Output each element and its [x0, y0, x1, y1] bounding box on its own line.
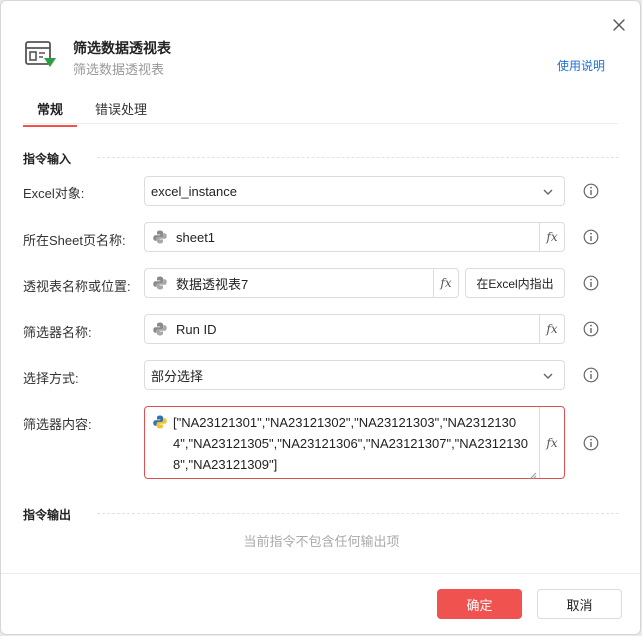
info-icon[interactable]	[583, 435, 599, 451]
info-icon[interactable]	[583, 229, 599, 245]
python-icon	[152, 275, 168, 291]
tab-general[interactable]: 常规	[22, 99, 78, 127]
locate-in-excel-button[interactable]: 在Excel内指出	[465, 268, 565, 298]
info-icon[interactable]	[583, 321, 599, 337]
chevron-down-icon	[542, 186, 554, 198]
filter-content-value: ["NA23121301","NA23121302","NA23121303",…	[173, 415, 528, 472]
info-icon[interactable]	[583, 183, 599, 199]
confirm-button[interactable]: 确定	[437, 589, 522, 619]
select-mode-label: 选择方式:	[23, 371, 79, 386]
tabs-divider	[23, 123, 618, 124]
fx-button[interactable]: fx	[539, 407, 564, 478]
select-mode-select[interactable]: 部分选择	[144, 360, 565, 390]
section-output-title: 指令输出	[23, 508, 72, 522]
resize-handle-icon[interactable]	[529, 468, 537, 480]
section-input-title: 指令输入	[23, 152, 72, 166]
python-icon	[152, 321, 168, 337]
sheet-name-value: sheet1	[176, 229, 216, 245]
info-icon[interactable]	[583, 275, 599, 291]
section-input-divider	[97, 157, 619, 158]
filter-name-input[interactable]: Run ID fx	[144, 314, 565, 344]
section-output-divider	[97, 513, 619, 514]
dialog-title: 筛选数据透视表	[73, 40, 171, 56]
pivot-name-label: 透视表名称或位置:	[23, 279, 131, 294]
python-icon	[152, 229, 168, 245]
help-link[interactable]: 使用说明	[557, 57, 605, 74]
python-icon	[152, 414, 168, 430]
excel-object-select[interactable]: excel_instance	[144, 176, 565, 206]
tab-error-handling[interactable]: 错误处理	[95, 99, 147, 126]
chevron-down-icon	[542, 370, 554, 382]
fx-button[interactable]: fx	[539, 315, 564, 343]
pivot-name-value: 数据透视表7	[176, 276, 249, 292]
sheet-name-input[interactable]: sheet1 fx	[144, 222, 565, 252]
excel-object-value: excel_instance	[151, 183, 237, 199]
excel-object-label: Excel对象:	[23, 186, 85, 201]
filter-content-label: 筛选器内容:	[23, 417, 92, 432]
footer-divider	[1, 573, 640, 574]
select-mode-value: 部分选择	[151, 368, 204, 384]
filter-name-value: Run ID	[176, 321, 217, 337]
fx-button[interactable]: fx	[433, 269, 458, 297]
info-icon[interactable]	[583, 367, 599, 383]
filter-name-label: 筛选器名称:	[23, 325, 92, 340]
cancel-button[interactable]: 取消	[537, 589, 622, 619]
dialog-subtitle: 筛选数据透视表	[73, 62, 165, 77]
filter-content-textarea[interactable]: ["NA23121301","NA23121302","NA23121303",…	[144, 406, 565, 480]
sheet-name-label: 所在Sheet页名称:	[23, 233, 126, 248]
filter-pivot-dialog: 筛选数据透视表 筛选数据透视表 使用说明 常规 错误处理 指令输入 Excel对…	[0, 0, 641, 635]
close-icon[interactable]	[609, 15, 629, 35]
pivot-filter-icon	[25, 41, 57, 69]
pivot-name-input[interactable]: 数据透视表7 fx	[144, 268, 459, 298]
output-empty-hint: 当前指令不包含任何输出项	[243, 534, 400, 549]
fx-button[interactable]: fx	[539, 223, 564, 251]
